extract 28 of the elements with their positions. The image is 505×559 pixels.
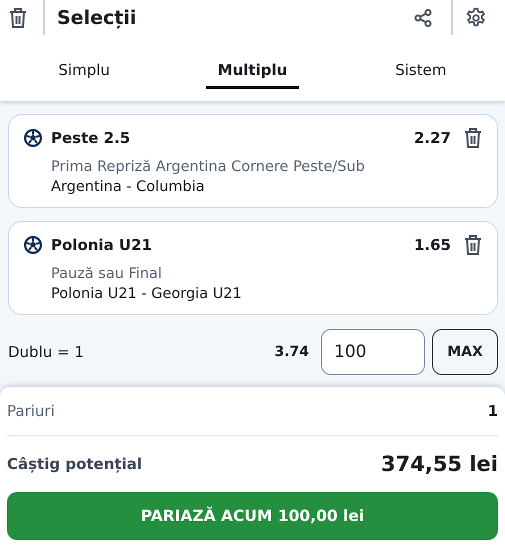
panel-title: Selecții bbox=[57, 7, 138, 29]
bets-count: 1 bbox=[488, 402, 498, 420]
trash-icon[interactable] bbox=[8, 7, 28, 29]
combination-label: Dublu = 1 bbox=[8, 343, 85, 361]
potential-win-value: 374,55 lei bbox=[381, 452, 498, 476]
max-button[interactable]: MAX bbox=[432, 329, 498, 375]
trash-icon[interactable] bbox=[463, 234, 483, 256]
bet-type-tab[interactable]: Multiplu bbox=[168, 61, 337, 101]
stake-input[interactable]: 100 bbox=[321, 329, 425, 375]
market-name: Polonia U21 bbox=[51, 236, 153, 254]
share-icon[interactable] bbox=[413, 8, 433, 28]
market-description: Prima Repriză Argentina Cornere Peste/Sub bbox=[51, 159, 366, 175]
place-bet-button[interactable]: PARIAZĂ ACUM 100,00 lei bbox=[7, 492, 498, 540]
potential-win-label: Câștig potențial bbox=[7, 455, 142, 473]
soccer-ball-icon bbox=[23, 235, 43, 255]
odds-value: 1.65 bbox=[414, 236, 451, 254]
soccer-ball-icon bbox=[23, 128, 43, 148]
settings-icon[interactable] bbox=[465, 7, 487, 29]
market-description: Pauză sau Final bbox=[51, 266, 163, 282]
market-name: Peste 2.5 bbox=[51, 129, 132, 147]
bet-type-tab[interactable]: Simplu bbox=[0, 61, 168, 101]
bets-label: Pariuri bbox=[7, 402, 55, 420]
event-name: Argentina - Columbia bbox=[51, 179, 206, 195]
odds-value: 2.27 bbox=[414, 129, 451, 147]
event-name: Polonia U21 - Georgia U21 bbox=[51, 286, 243, 302]
trash-icon[interactable] bbox=[463, 127, 483, 149]
total-odds: 3.74 bbox=[274, 344, 309, 360]
bet-type-tab[interactable]: Sistem bbox=[336, 61, 505, 101]
